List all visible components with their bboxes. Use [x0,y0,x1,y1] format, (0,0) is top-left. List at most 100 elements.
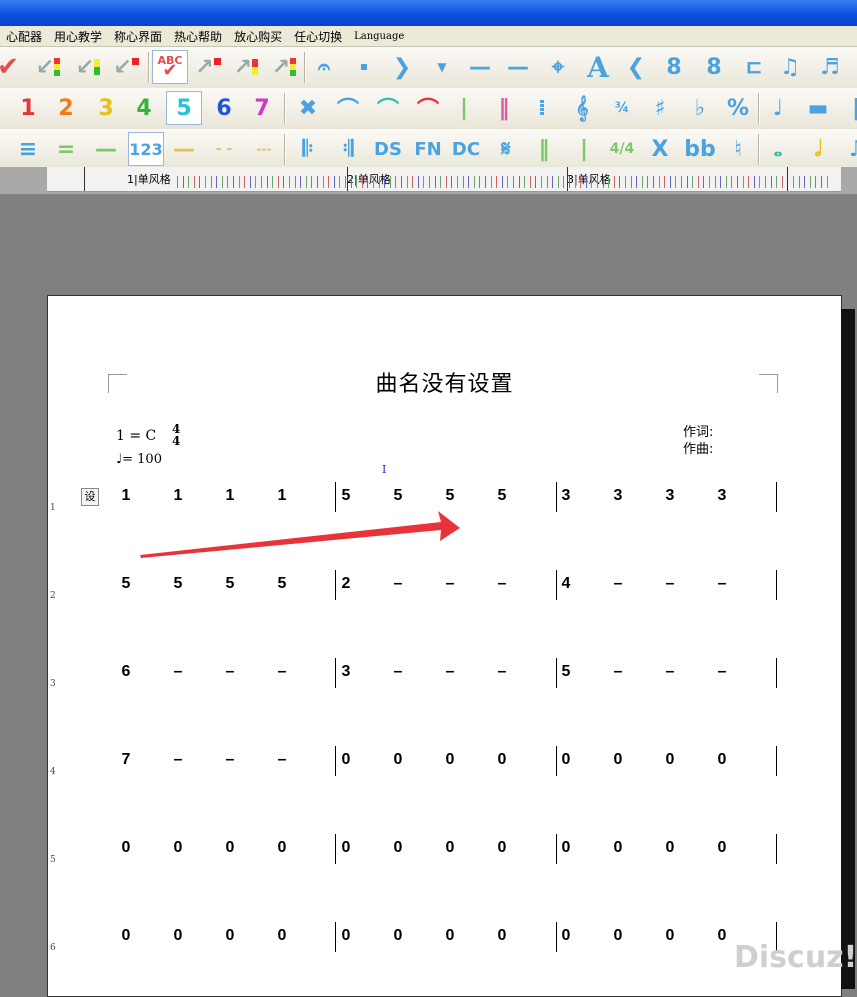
whole-rest-icon[interactable]: ▬ [800,91,836,125]
watermark-logo: Discuz! [734,940,857,975]
note-6-button[interactable]: 6 [206,91,242,125]
long-tenuto-icon[interactable]: — [500,50,536,84]
ruler-divider [347,167,348,191]
ruler-tick [182,176,184,188]
spellcheck-icon[interactable]: ABC ✔ [152,50,188,84]
slur-icon[interactable]: ⌒ [330,91,366,125]
ruler-tick [619,176,621,188]
eighth-note-icon[interactable]: ♪ [838,132,857,166]
segno-add-icon[interactable]: 8 [656,50,692,84]
ruler-divider [567,167,568,191]
toolbar-row-3: ≡ = — 123 — - - --- 𝄆 𝄇 DS FN DC 𝄋 ‖ | 4… [0,129,857,171]
double-flat-button[interactable]: bb [682,132,718,166]
whole-note-icon[interactable]: 𝅝 [760,132,796,166]
ruler-tick [238,176,240,188]
flat-icon[interactable]: ♭ [682,91,718,125]
note-3-button[interactable]: 3 [88,91,124,125]
ruler-tick [552,176,554,188]
eighth-notes-icon[interactable]: ♫ [772,50,808,84]
sharp-icon[interactable]: ♯ [642,91,678,125]
note-4-button[interactable]: 4 [126,91,162,125]
ruler-tick [277,176,279,188]
ruler-tick [709,176,710,188]
text-a-icon[interactable]: A [580,50,616,84]
dc-button[interactable]: DC [448,132,484,166]
repeat-barline-icon[interactable]: ⁞ [524,91,560,125]
ruler-tick [333,176,335,188]
decrescendo-icon[interactable]: ❮ [618,50,654,84]
ruler-tick [770,176,772,188]
ds-button[interactable]: DS [370,132,406,166]
menu-item-pitch[interactable]: 心配器 [0,28,48,45]
segno-remove-icon[interactable]: 8 [696,50,732,84]
half-note-icon[interactable]: 𝅗𝅥 [800,132,836,166]
arrow-yellow-up-icon[interactable]: ↗ [228,50,264,84]
ruler-tick [233,176,234,188]
tenuto-icon[interactable]: — [462,50,498,84]
ruler-label-3: 3|单风格 [567,173,611,186]
note-7-button[interactable]: 7 [244,91,280,125]
single-line-icon[interactable]: — [88,132,124,166]
delete-x-icon[interactable]: ✖ [290,91,326,125]
menu-item-interface[interactable]: 称心界面 [108,28,168,45]
menu-item-switch[interactable]: 任心切换 [288,28,348,45]
check-icon[interactable]: ✔ [0,50,26,84]
note-2-button[interactable]: 2 [48,91,84,125]
thin-double-barline-icon[interactable]: | [566,132,602,166]
repeat-start-icon[interactable]: 𝄆 [290,132,326,166]
double-line-icon[interactable]: = [48,132,84,166]
four-four-time-icon[interactable]: 4/4 [604,132,640,166]
double-sharp-button[interactable]: X [642,132,678,166]
arrow-red-up-icon[interactable]: ↗ [266,50,302,84]
trill-icon[interactable]: ㄷ [736,50,772,84]
triple-line-icon[interactable]: ≡ [10,132,46,166]
menu-item-help[interactable]: 热心帮助 [168,28,228,45]
ruler-tick [703,176,705,188]
ruler-tick [490,176,492,188]
accent-icon[interactable]: ❯ [384,50,420,84]
arrow-stop-marker-icon[interactable]: ↙ [108,50,144,84]
fermata-icon[interactable]: 𝄐 [306,50,342,84]
menu-item-purchase[interactable]: 放心购买 [228,28,288,45]
staccato-dot-icon[interactable] [346,50,382,84]
dash-long-icon[interactable]: — [166,132,202,166]
dash-double-icon[interactable]: - - [206,132,242,166]
segno-icon[interactable]: 𝄋 [488,132,524,166]
more-icon[interactable]: | [838,91,857,125]
ruler-tick [625,176,626,188]
double-barline-icon[interactable]: ‖ [486,91,522,125]
three-four-time-icon[interactable]: ¾ [604,91,640,125]
ruler-tick [636,176,638,188]
tie-icon[interactable]: ⌒ [370,91,406,125]
thin-barline-icon[interactable]: ‖ [526,132,562,166]
dash-triple-icon[interactable]: --- [246,132,282,166]
ruler-tick [501,176,503,188]
quarter-note-icon[interactable]: ♩ [760,91,796,125]
note-1-button[interactable]: 1 [10,91,46,125]
barline-icon[interactable]: | [446,91,482,125]
numbered-notation-button[interactable]: 123 [128,132,164,166]
menu-item-teaching[interactable]: 用心教学 [48,28,108,45]
ruler-tick [546,176,548,188]
menu-item-language[interactable]: Language [348,31,410,42]
percent-repeat-icon[interactable]: % [720,91,756,125]
arrow-red-marker-icon[interactable]: ↙ [30,50,66,84]
ruler-tick [389,176,391,188]
fn-button[interactable]: FN [410,132,446,166]
arrow-yellow-marker-icon[interactable]: ↙ [70,50,106,84]
slur-red-icon[interactable]: ⌒ [410,91,446,125]
sixteenth-icon[interactable]: ♬ [812,50,848,84]
ruler-tick [451,176,453,188]
ruler-tick [580,176,582,188]
ruler-tick [199,176,201,188]
treble-clef-icon[interactable]: 𝄞 [564,91,600,125]
crosshair-icon[interactable]: ⌖ [540,50,576,84]
arrow-stop-up-icon[interactable]: ↗ [190,50,226,84]
note-5-button[interactable]: 5 [166,91,202,125]
score-page[interactable]: 曲名没有设置 1 = C 4 4 ♩= 100 作词: 作曲: I 设 1111… [47,295,842,997]
repeat-end-icon[interactable]: 𝄇 [330,132,366,166]
ruler-strip[interactable]: 1|单风格 2|单风格 3|单风格 [47,167,841,192]
down-triangle-icon[interactable]: ▼ [424,50,460,84]
ruler-tick [322,176,324,188]
natural-icon[interactable]: ♮ [720,132,756,166]
